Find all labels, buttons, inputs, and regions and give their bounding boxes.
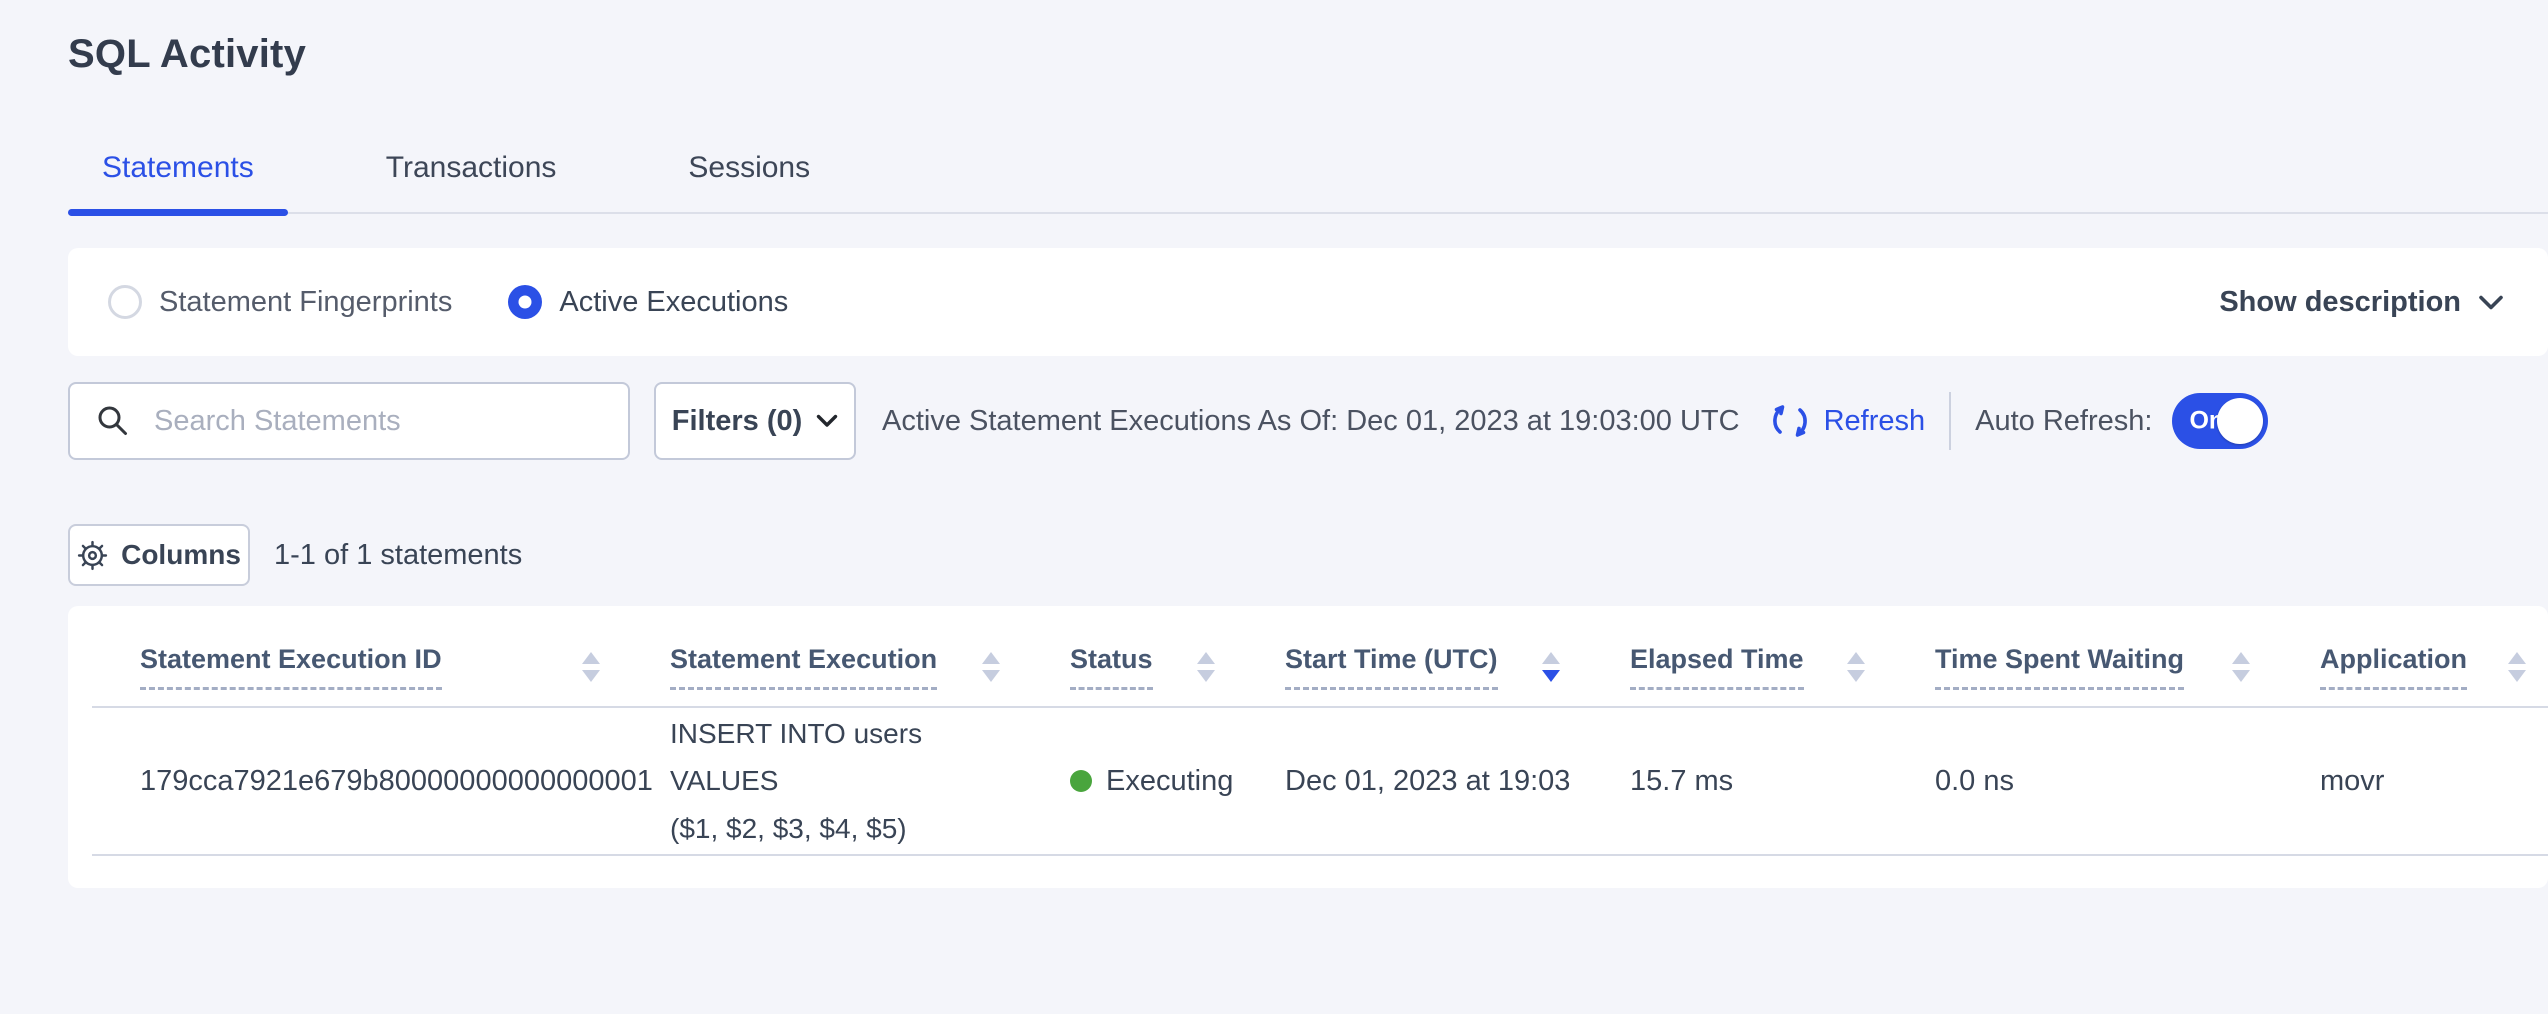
cell-start-time: Dec 01, 2023 at 19:03	[1237, 765, 1582, 798]
chevron-down-icon	[2478, 294, 2504, 311]
column-header-application[interactable]: Application	[2272, 644, 2548, 706]
toggle-knob[interactable]	[2217, 398, 2263, 444]
columns-button-label: Columns	[121, 539, 241, 571]
sql-activity-page: SQL Activity Statements Transactions Ses…	[0, 32, 2548, 888]
as-of-timestamp-text: Active Statement Executions As Of: Dec 0…	[882, 405, 1740, 438]
radio-label-statement-fingerprints: Statement Fingerprints	[159, 286, 452, 319]
search-icon	[96, 404, 130, 438]
radio-statement-fingerprints[interactable]: Statement Fingerprints	[108, 285, 452, 319]
table-row[interactable]: 179cca7921e679b80000000000000001 INSERT …	[92, 708, 2548, 856]
radio-unselected-icon[interactable]	[108, 285, 142, 319]
filters-button[interactable]: Filters (0)	[654, 382, 856, 460]
search-input[interactable]	[152, 404, 582, 439]
sort-icon[interactable]	[2232, 652, 2250, 682]
sort-icon-active-desc[interactable]	[1542, 652, 1560, 682]
column-header-status[interactable]: Status	[1022, 644, 1237, 706]
table-meta-row: Columns 1-1 of 1 statements	[68, 524, 2548, 586]
cell-application: movr	[2272, 765, 2548, 798]
table-header-row: Statement Execution ID Statement Executi…	[92, 644, 2548, 708]
radio-selected-icon[interactable]	[508, 285, 542, 319]
cell-execution-id: 179cca7921e679b80000000000000001	[92, 765, 622, 798]
filters-button-label: Filters (0)	[672, 405, 803, 438]
tab-statements[interactable]: Statements	[68, 151, 288, 212]
statement-line-1: INSERT INTO users VALUES	[670, 710, 1022, 805]
radio-active-executions[interactable]: Active Executions	[508, 285, 788, 319]
sort-icon[interactable]	[1197, 652, 1215, 682]
auto-refresh-label: Auto Refresh:	[1975, 405, 2152, 438]
controls-row: Filters (0) Active Statement Executions …	[68, 382, 2548, 460]
auto-refresh-toggle[interactable]: On	[2172, 393, 2268, 449]
column-header-statement-execution-id[interactable]: Statement Execution ID	[92, 644, 622, 706]
statement-line-2: ($1, $2, $3, $4, $5)	[670, 805, 1022, 853]
tab-sessions[interactable]: Sessions	[654, 151, 844, 212]
chevron-down-icon	[816, 414, 838, 428]
gear-icon	[77, 540, 108, 571]
columns-button[interactable]: Columns	[68, 524, 250, 586]
results-count: 1-1 of 1 statements	[274, 539, 522, 572]
sort-icon[interactable]	[982, 652, 1000, 682]
search-box[interactable]	[68, 382, 630, 460]
refresh-button[interactable]: Refresh	[1768, 399, 1926, 443]
view-mode-card: Statement Fingerprints Active Executions…	[68, 248, 2548, 356]
status-label: Executing	[1106, 765, 1233, 798]
show-description-toggle[interactable]: Show description	[2219, 286, 2504, 319]
column-header-statement-execution[interactable]: Statement Execution	[622, 644, 1022, 706]
radio-label-active-executions: Active Executions	[559, 286, 788, 319]
cell-time-spent-waiting: 0.0 ns	[1887, 765, 2272, 798]
statements-table-card: Statement Execution ID Statement Executi…	[68, 606, 2548, 888]
tab-bar: Statements Transactions Sessions	[68, 151, 2548, 214]
cell-elapsed-time: 15.7 ms	[1582, 765, 1887, 798]
sort-icon[interactable]	[1847, 652, 1865, 682]
vertical-divider	[1949, 392, 1951, 450]
status-executing-dot-icon	[1070, 770, 1092, 792]
column-header-time-spent-waiting[interactable]: Time Spent Waiting	[1887, 644, 2272, 706]
column-header-start-time[interactable]: Start Time (UTC)	[1237, 644, 1582, 706]
tab-transactions[interactable]: Transactions	[352, 151, 591, 212]
refresh-icon	[1768, 399, 1812, 443]
refresh-label: Refresh	[1824, 405, 1926, 438]
column-header-elapsed-time[interactable]: Elapsed Time	[1582, 644, 1887, 706]
cell-statement-execution: INSERT INTO users VALUES ($1, $2, $3, $4…	[622, 710, 1022, 853]
sort-icon[interactable]	[582, 652, 600, 682]
cell-status: Executing	[1022, 765, 1237, 798]
show-description-label: Show description	[2219, 286, 2461, 319]
page-title: SQL Activity	[68, 32, 2548, 77]
sort-icon[interactable]	[2508, 652, 2526, 682]
